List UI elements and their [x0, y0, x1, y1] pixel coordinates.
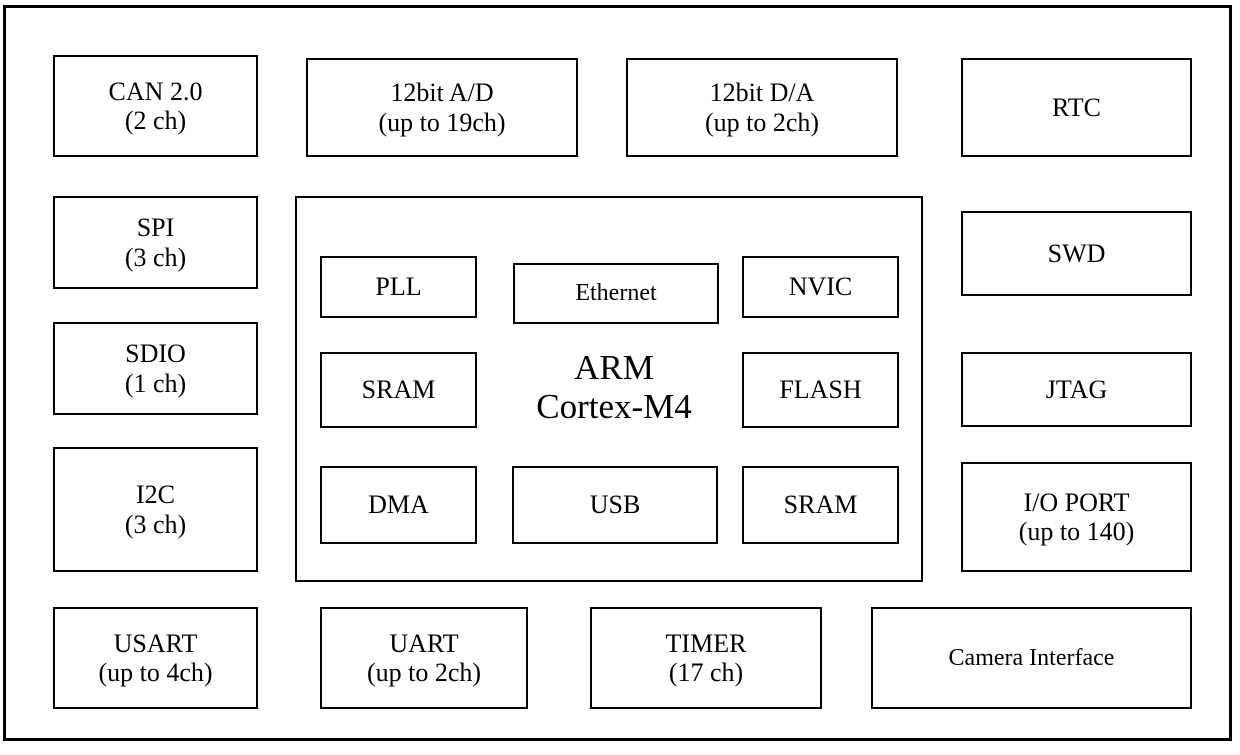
block-i2c-line1: I2C	[136, 480, 175, 510]
block-ioport-line2: (up to 140)	[1018, 517, 1135, 546]
block-uart-line1: UART	[389, 628, 459, 658]
core-processor-line2: Cortex-M4	[536, 387, 692, 426]
block-swd[interactable]: SWD	[961, 211, 1192, 296]
block-can-line1: CAN 2.0	[108, 76, 203, 106]
block-rtc[interactable]: RTC	[961, 58, 1192, 157]
block-flash-line1: FLASH	[779, 375, 862, 405]
block-sram-right-line1: SRAM	[783, 490, 858, 520]
block-ioport-line1: I/O PORT	[1023, 487, 1130, 517]
block-adc[interactable]: 12bit A/D (up to 19ch)	[306, 58, 578, 157]
block-dma-line1: DMA	[368, 490, 429, 520]
block-diagram-canvas: CAN 2.0 (2 ch) 12bit A/D (up to 19ch) 12…	[0, 0, 1240, 755]
block-spi-line1: SPI	[136, 213, 175, 243]
block-uart-line2: (up to 2ch)	[366, 658, 482, 687]
block-dac-line1: 12bit D/A	[709, 78, 815, 108]
block-camera-line1: Camera Interface	[948, 644, 1115, 671]
block-sdio-line1: SDIO	[125, 339, 186, 369]
block-swd-line1: SWD	[1047, 238, 1106, 268]
core-processor-label: ARM Cortex-M4	[500, 333, 728, 441]
block-dma[interactable]: DMA	[320, 466, 477, 544]
block-ethernet[interactable]: Ethernet	[513, 263, 719, 324]
block-usart-line1: USART	[113, 628, 198, 658]
block-can-line2: (2 ch)	[124, 106, 187, 135]
block-usb-line1: USB	[589, 490, 641, 520]
block-i2c-line2: (3 ch)	[124, 509, 187, 539]
block-sdio-line2: (1 ch)	[124, 368, 187, 398]
block-jtag-line1: JTAG	[1045, 374, 1108, 404]
block-i2c[interactable]: I2C (3 ch)	[53, 447, 258, 572]
core-processor-line1: ARM	[574, 347, 654, 387]
block-usart[interactable]: USART (up to 4ch)	[53, 607, 258, 709]
block-dac-line2: (up to 2ch)	[704, 107, 820, 137]
block-sram-left-line1: SRAM	[361, 375, 436, 405]
block-usb[interactable]: USB	[512, 466, 718, 544]
block-ethernet-line1: Ethernet	[575, 280, 657, 307]
block-camera[interactable]: Camera Interface	[871, 607, 1192, 709]
block-pll[interactable]: PLL	[320, 256, 477, 318]
block-can[interactable]: CAN 2.0 (2 ch)	[53, 55, 258, 157]
block-jtag[interactable]: JTAG	[961, 352, 1192, 427]
block-uart[interactable]: UART (up to 2ch)	[320, 607, 528, 709]
block-spi[interactable]: SPI (3 ch)	[53, 196, 258, 289]
block-sram-left[interactable]: SRAM	[320, 352, 477, 428]
block-sdio[interactable]: SDIO (1 ch)	[53, 322, 258, 415]
block-flash[interactable]: FLASH	[742, 352, 899, 428]
block-timer-line2: (17 ch)	[668, 658, 744, 687]
block-nvic[interactable]: NVIC	[742, 256, 899, 318]
block-nvic-line1: NVIC	[788, 272, 853, 302]
block-timer[interactable]: TIMER (17 ch)	[590, 607, 822, 709]
block-spi-line2: (3 ch)	[124, 242, 187, 272]
block-dac[interactable]: 12bit D/A (up to 2ch)	[626, 58, 898, 157]
block-adc-line2: (up to 19ch)	[378, 107, 506, 137]
block-pll-line1: PLL	[375, 272, 422, 302]
block-adc-line1: 12bit A/D	[390, 78, 494, 108]
block-timer-line1: TIMER	[665, 628, 747, 658]
block-rtc-line1: RTC	[1051, 92, 1101, 122]
block-ioport[interactable]: I/O PORT (up to 140)	[961, 462, 1192, 572]
block-usart-line2: (up to 4ch)	[98, 658, 213, 687]
block-sram-right[interactable]: SRAM	[742, 466, 899, 544]
